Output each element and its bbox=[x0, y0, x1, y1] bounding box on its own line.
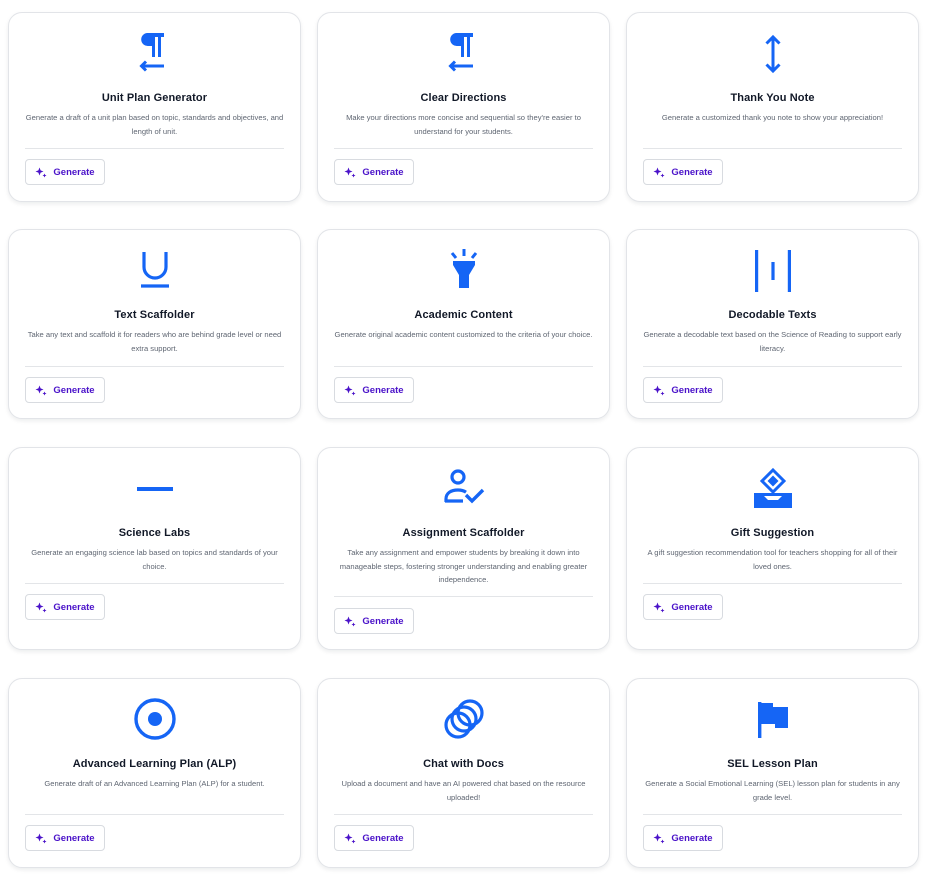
card-divider bbox=[25, 583, 284, 584]
card-divider bbox=[643, 814, 902, 815]
tool-description: Generate a decodable text based on the S… bbox=[643, 330, 902, 353]
generate-button[interactable]: Generate bbox=[25, 594, 105, 620]
generate-button[interactable]: Generate bbox=[334, 159, 414, 185]
tool-card-academic-content: Academic Content Generate original acade… bbox=[317, 229, 610, 419]
generate-button-label: Generate bbox=[671, 166, 713, 178]
tool-description: Generate an engaging science lab based o… bbox=[31, 548, 278, 571]
tool-card-unit-plan-generator: Unit Plan Generator Generate a draft of … bbox=[8, 12, 301, 202]
card-divider bbox=[25, 366, 284, 367]
sparkle-icon bbox=[344, 616, 356, 627]
horizontal-rule-icon bbox=[132, 466, 178, 512]
generate-button-label: Generate bbox=[53, 601, 95, 613]
card-divider bbox=[334, 148, 593, 149]
tool-title: Decodable Texts bbox=[728, 309, 817, 321]
radio-target-icon bbox=[132, 697, 178, 743]
generate-button[interactable]: Generate bbox=[334, 377, 414, 403]
user-check-icon bbox=[441, 466, 487, 512]
pilcrow-left-arrow-icon bbox=[132, 31, 178, 77]
tool-card-chat-with-docs: Chat with Docs Upload a document and hav… bbox=[317, 678, 610, 868]
sparkle-icon bbox=[653, 385, 665, 396]
generate-button-label: Generate bbox=[53, 384, 95, 396]
sparkle-icon bbox=[344, 167, 356, 178]
generate-button[interactable]: Generate bbox=[25, 377, 105, 403]
tool-description: Generate original academic content custo… bbox=[334, 330, 593, 339]
tool-title: Advanced Learning Plan (ALP) bbox=[72, 758, 237, 770]
tool-description: Generate draft of an Advanced Learning P… bbox=[44, 779, 265, 788]
tool-title: Assignment Scaffolder bbox=[402, 527, 525, 539]
tool-card-text-scaffolder: Text Scaffolder Take any text and scaffo… bbox=[8, 229, 301, 419]
tool-title: Academic Content bbox=[414, 309, 513, 321]
sparkle-icon bbox=[35, 385, 47, 396]
tool-card-gift-suggestion: Gift Suggestion A gift suggestion recomm… bbox=[626, 447, 919, 650]
generate-button-label: Generate bbox=[362, 384, 404, 396]
generate-button-label: Generate bbox=[671, 832, 713, 844]
card-divider bbox=[334, 366, 593, 367]
tool-description: Take any text and scaffold it for reader… bbox=[27, 330, 282, 353]
tool-title: Thank You Note bbox=[730, 92, 815, 104]
generate-button-label: Generate bbox=[362, 615, 404, 627]
tool-card-sel-lesson-plan: SEL Lesson Plan Generate a Social Emotio… bbox=[626, 678, 919, 868]
tool-card-science-labs: Science Labs Generate an engaging scienc… bbox=[8, 447, 301, 650]
generate-button[interactable]: Generate bbox=[25, 825, 105, 851]
card-divider bbox=[334, 596, 593, 597]
generate-button[interactable]: Generate bbox=[643, 159, 723, 185]
flag-icon bbox=[750, 697, 796, 743]
linked-rings-icon bbox=[441, 697, 487, 743]
text-spacing-icon bbox=[750, 248, 796, 294]
generate-button[interactable]: Generate bbox=[643, 825, 723, 851]
tool-description: Generate a customized thank you note to … bbox=[661, 113, 884, 122]
sparkle-icon bbox=[344, 385, 356, 396]
sparkle-icon bbox=[35, 167, 47, 178]
card-divider bbox=[25, 148, 284, 149]
tool-title: Unit Plan Generator bbox=[101, 92, 208, 104]
tool-card-clear-directions: Clear Directions Make your directions mo… bbox=[317, 12, 610, 202]
generate-button-label: Generate bbox=[671, 601, 713, 613]
generate-button-label: Generate bbox=[671, 384, 713, 396]
card-divider bbox=[643, 366, 902, 367]
tool-card-decodable-texts: Decodable Texts Generate a decodable tex… bbox=[626, 229, 919, 419]
card-divider bbox=[643, 583, 902, 584]
tool-description: Generate a Social Emotional Learning (SE… bbox=[645, 779, 900, 802]
pilcrow-left-arrow-icon bbox=[441, 31, 487, 77]
tool-title: Text Scaffolder bbox=[114, 309, 195, 321]
generate-button[interactable]: Generate bbox=[25, 159, 105, 185]
generate-button[interactable]: Generate bbox=[334, 825, 414, 851]
card-divider bbox=[25, 814, 284, 815]
tool-description: Make your directions more concise and se… bbox=[346, 113, 581, 136]
tool-title: Clear Directions bbox=[420, 92, 507, 104]
tool-title: Gift Suggestion bbox=[730, 527, 815, 539]
tool-description: Take any assignment and empower students… bbox=[339, 548, 588, 584]
sparkle-icon bbox=[35, 833, 47, 844]
generate-button-label: Generate bbox=[362, 166, 404, 178]
vertical-arrows-icon bbox=[750, 31, 796, 77]
generate-button[interactable]: Generate bbox=[334, 608, 414, 634]
underline-icon bbox=[132, 248, 178, 294]
generate-button-label: Generate bbox=[53, 166, 95, 178]
tool-card-thank-you-note: Thank You Note Generate a customized tha… bbox=[626, 12, 919, 202]
sparkle-icon bbox=[35, 602, 47, 613]
generate-button[interactable]: Generate bbox=[643, 594, 723, 620]
tool-description: Generate a draft of a unit plan based on… bbox=[25, 113, 284, 136]
tools-grid: Unit Plan Generator Generate a draft of … bbox=[0, 0, 931, 876]
sparkle-icon bbox=[344, 833, 356, 844]
generate-button-label: Generate bbox=[362, 832, 404, 844]
tool-card-advanced-learning-plan: Advanced Learning Plan (ALP) Generate dr… bbox=[8, 678, 301, 868]
highlighter-icon bbox=[441, 248, 487, 294]
card-divider bbox=[643, 148, 902, 149]
tool-title: Chat with Docs bbox=[423, 758, 504, 770]
card-divider bbox=[334, 814, 593, 815]
sparkle-icon bbox=[653, 602, 665, 613]
gift-box-icon bbox=[750, 466, 796, 512]
tool-title: Science Labs bbox=[118, 527, 191, 539]
sparkle-icon bbox=[653, 833, 665, 844]
sparkle-icon bbox=[653, 167, 665, 178]
tool-description: Upload a document and have an AI powered… bbox=[341, 779, 586, 802]
tool-title: SEL Lesson Plan bbox=[727, 758, 818, 770]
tool-card-assignment-scaffolder: Assignment Scaffolder Take any assignmen… bbox=[317, 447, 610, 650]
generate-button-label: Generate bbox=[53, 832, 95, 844]
generate-button[interactable]: Generate bbox=[643, 377, 723, 403]
tool-description: A gift suggestion recommendation tool fo… bbox=[647, 548, 898, 571]
